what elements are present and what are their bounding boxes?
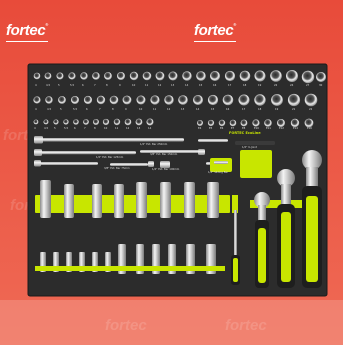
insert-brand-label: FORTEC EcoLine [229,131,261,135]
socket-size-label: 4.5 [47,108,52,111]
extension-label: 1/4" Ext. Bar 100mm [152,168,180,171]
socket-size-label: 22 [274,84,278,87]
socket-size-label: 13 [171,84,175,87]
socket-size-label: E12 [279,127,284,130]
socket-size-label: 17 [228,84,232,87]
socket-size-label: 15 [211,108,215,111]
socket-size-label: 5 [58,84,60,87]
socket-size-label: 17 [242,108,246,111]
socket-size-label: 13 [181,108,185,111]
socket-size-label: 5.5 [70,84,75,87]
socket-size-label: 4.5 [44,127,49,130]
extension-label: 1/2" Ext. Bar 125mm [96,156,124,159]
socket-size-label: 11 [115,127,119,130]
socket-size-label: 6 [86,108,88,111]
socket-size-label: 18 [258,108,262,111]
socket-size-label: 24 [290,84,294,87]
socket-size-label: 16 [213,84,217,87]
socket-size-label: 9 [125,108,127,111]
socket-size-label: 15 [199,84,203,87]
socket-size-label: 4.5 [46,84,51,87]
brand-logo-top-left: fortec® [6,22,48,42]
socket-size-label: 18 [243,84,247,87]
socket-size-label: 27 [306,84,310,87]
socket-size-label: 30 [319,84,323,87]
socket-size-label: E6 [220,127,224,130]
extension-label: 1/2" U-Joint [242,146,257,149]
socket-size-label: E7 [231,127,235,130]
socket-size-label: 19 [275,108,279,111]
socket-size-label: 10 [104,127,108,130]
socket-size-label: 12 [126,127,130,130]
socket-size-label: E14 [293,127,298,130]
socket-set-photo: fortec fortec fortec fortec fortec [0,0,343,345]
socket-size-label: 19 [258,84,262,87]
socket-size-label: 14 [196,108,200,111]
lime-strip-bottom [35,266,225,271]
extension-label: 1/2" Ext. Bar 250mm [140,143,168,146]
socket-size-label: 8 [106,84,108,87]
socket-size-label: 5 [60,108,62,111]
socket-size-label: E16 [307,127,312,130]
socket-size-label: 14 [148,127,152,130]
socket-size-label: 6 [74,127,76,130]
socket-size-label: 14 [185,84,189,87]
socket-size-label: 7 [99,108,101,111]
brand-logo-top-center: fortec® [194,22,236,42]
socket-size-label: 5.5 [73,108,78,111]
socket-size-label: 10 [139,108,143,111]
socket-size-label: 16 [226,108,230,111]
extension-label: 3/8" Ext. Bar 150mm [150,153,178,156]
socket-size-label: 5 [54,127,56,130]
socket-size-label: 4 [35,84,37,87]
socket-size-label: 10 [132,84,136,87]
brand-logo-text: fortec [6,22,46,39]
socket-size-label: 7 [94,84,96,87]
socket-size-label: 8 [94,127,96,130]
socket-size-label: 9 [119,84,121,87]
bottom-fade [0,300,343,345]
socket-size-label: 22 [309,108,313,111]
svg-text:fortec: fortec [105,317,147,334]
socket-size-label: E11 [266,127,271,130]
socket-size-label: 7 [84,127,86,130]
socket-size-label: 5.5 [64,127,69,130]
extension-label: 1/4" Sliding Bar [208,171,229,174]
socket-size-label: 4 [35,108,37,111]
svg-text:fortec: fortec [225,317,267,334]
brand-logo-text: fortec [194,22,234,39]
product-image: fortec fortec fortec fortec fortec [0,0,343,345]
socket-size-label: 8 [112,108,114,111]
socket-size-label: E10 [254,127,259,130]
extension-label: 3/8" Ext. Bar 75mm [104,167,130,170]
socket-size-label: 21 [292,108,296,111]
socket-size-label: E4 [198,127,202,130]
socket-size-label: 12 [167,108,171,111]
socket-size-label: 4 [34,127,36,130]
socket-size-label: E8 [242,127,246,130]
socket-size-label: 11 [145,84,149,87]
socket-size-label: 6 [82,84,84,87]
socket-size-label: E5 [209,127,213,130]
socket-size-label: 12 [158,84,162,87]
socket-size-label: 11 [153,108,157,111]
socket-size-label: 13 [137,127,141,130]
